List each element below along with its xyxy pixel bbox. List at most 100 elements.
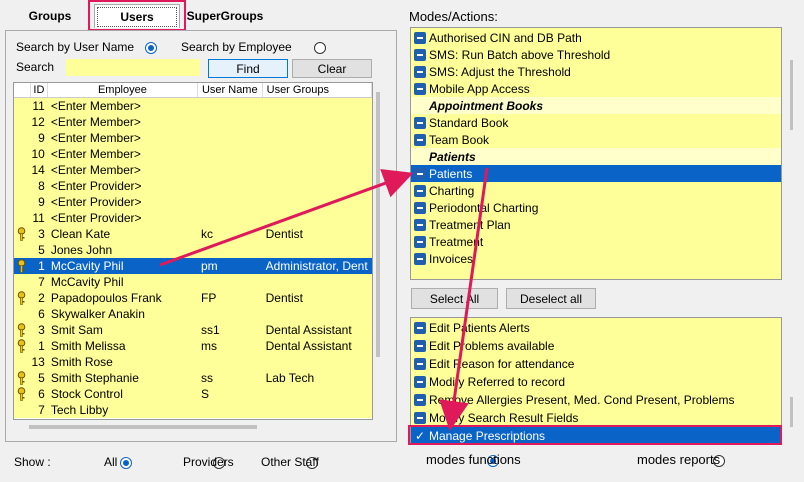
- minus-icon[interactable]: [414, 235, 426, 248]
- table-row[interactable]: 2 Papadopoulos Frank FP Dentist: [14, 290, 372, 306]
- function-list-item[interactable]: Remove Allergies Present, Med. Cond Pres…: [411, 391, 781, 409]
- minus-icon[interactable]: [414, 133, 426, 146]
- cell-user-name: [198, 178, 263, 194]
- modes-list-item[interactable]: Invoices: [411, 250, 781, 267]
- col-user-groups[interactable]: User Groups: [263, 83, 372, 97]
- cell-user-name: [198, 146, 263, 162]
- select-all-button[interactable]: Select All: [411, 288, 498, 309]
- functions-vscrollbar[interactable]: [783, 317, 800, 445]
- minus-icon[interactable]: [414, 48, 426, 61]
- table-row[interactable]: 11 <Enter Member>: [14, 98, 372, 114]
- tab-groups[interactable]: Groups: [8, 4, 92, 28]
- minus-icon[interactable]: [414, 218, 426, 231]
- cell-user-name: [198, 162, 263, 178]
- col-id[interactable]: ID: [31, 83, 48, 97]
- function-list-item[interactable]: Edit Problems available: [411, 337, 781, 355]
- cell-id: 1: [38, 259, 45, 273]
- functions-vscroll-thumb[interactable]: [790, 397, 793, 427]
- modes-list-item[interactable]: Patients: [411, 165, 781, 182]
- minus-icon[interactable]: [414, 358, 426, 370]
- modes-vscroll-thumb[interactable]: [790, 60, 793, 130]
- table-body: 11 <Enter Member> 12 <Enter Member> 9 <Enter …: [14, 98, 372, 418]
- modes-list-item[interactable]: Charting: [411, 182, 781, 199]
- modes-list-item[interactable]: Mobile App Access: [411, 80, 781, 97]
- cell-user-groups: [263, 194, 372, 210]
- table-row[interactable]: 12 <Enter Member>: [14, 114, 372, 130]
- cell-user-groups: Administrator, Dent: [265, 259, 368, 273]
- cell-user-name: [198, 98, 263, 114]
- table-row[interactable]: 9 <Enter Provider>: [14, 194, 372, 210]
- table-row[interactable]: 8 <Enter Provider>: [14, 178, 372, 194]
- minus-icon[interactable]: [414, 394, 426, 406]
- table-row[interactable]: 9 <Enter Member>: [14, 130, 372, 146]
- table-row[interactable]: 3 Smit Sam ss1 Dental Assistant: [14, 322, 372, 338]
- table-row[interactable]: 6 Skywalker Anakin: [14, 306, 372, 322]
- modes-list-item[interactable]: Standard Book: [411, 114, 781, 131]
- minus-icon[interactable]: [414, 376, 426, 388]
- cell-employee: Stock Control: [50, 387, 123, 401]
- function-list-item[interactable]: Edit Patients Alerts: [411, 319, 781, 337]
- modes-list-item[interactable]: SMS: Run Batch above Threshold: [411, 46, 781, 63]
- modes-list-item[interactable]: SMS: Adjust the Threshold: [411, 63, 781, 80]
- minus-icon[interactable]: [414, 252, 426, 265]
- modes-section-header: Appointment Books: [411, 97, 781, 114]
- key-icon: [17, 291, 26, 305]
- key-icon: [17, 387, 26, 401]
- table-row[interactable]: 13 Smith Rose: [14, 354, 372, 370]
- modes-list-item[interactable]: Authorised CIN and DB Path: [411, 29, 781, 46]
- deselect-all-button[interactable]: Deselect all: [506, 288, 596, 309]
- table-hscrollbar[interactable]: [13, 420, 373, 433]
- table-vscroll-thumb[interactable]: [376, 92, 380, 357]
- modes-list-item[interactable]: Periodontal Charting: [411, 199, 781, 216]
- cell-id: 12: [31, 115, 45, 129]
- table-row[interactable]: 10 <Enter Member>: [14, 146, 372, 162]
- table-vscrollbar[interactable]: [373, 82, 384, 420]
- minus-icon[interactable]: [414, 65, 426, 78]
- minus-icon[interactable]: [414, 184, 426, 197]
- table-row[interactable]: 3 Clean Kate kc Dentist: [14, 226, 372, 242]
- table-row[interactable]: 7 Tech Libby: [14, 402, 372, 418]
- show-all-radio[interactable]: [119, 456, 132, 469]
- cell-user-groups: Dental Assistant: [265, 323, 352, 337]
- function-list-item[interactable]: Modify Referred to record: [411, 373, 781, 391]
- table-row[interactable]: 1 McCavity Phil pm Administrator, Dent: [14, 258, 372, 274]
- manage-prescriptions-highlight: [408, 425, 782, 445]
- minus-icon[interactable]: [414, 116, 426, 129]
- cell-id: 6: [38, 387, 45, 401]
- cell-id: 11: [32, 211, 45, 225]
- cell-id: 2: [38, 291, 45, 305]
- cell-user-name: pm: [200, 259, 218, 273]
- modes-list-item[interactable]: Team Book: [411, 131, 781, 148]
- table-row[interactable]: 6 Stock Control S: [14, 386, 372, 402]
- cell-employee: McCavity Phil: [50, 275, 124, 289]
- cell-user-groups: [263, 146, 372, 162]
- table-row[interactable]: 1 Smith Melissa ms Dental Assistant: [14, 338, 372, 354]
- search-by-user-name-radio[interactable]: [145, 41, 157, 54]
- minus-icon[interactable]: [414, 82, 426, 95]
- modes-vscrollbar[interactable]: [783, 27, 800, 280]
- minus-icon[interactable]: [414, 412, 426, 424]
- minus-icon[interactable]: [414, 322, 426, 334]
- search-input[interactable]: [66, 59, 200, 76]
- table-row[interactable]: 7 McCavity Phil: [14, 274, 372, 290]
- col-user-name[interactable]: User Name: [198, 83, 263, 97]
- function-list-item[interactable]: Edit Reason for attendance: [411, 355, 781, 373]
- modes-list-item[interactable]: Treatment: [411, 233, 781, 250]
- minus-icon[interactable]: [414, 201, 426, 214]
- cell-employee: Papadopoulos Frank: [50, 291, 162, 305]
- table-row[interactable]: 5 Jones John: [14, 242, 372, 258]
- clear-button[interactable]: Clear: [292, 59, 372, 78]
- minus-icon[interactable]: [414, 31, 426, 44]
- table-row[interactable]: 5 Smith Stephanie ss Lab Tech: [14, 370, 372, 386]
- cell-id: 7: [38, 275, 45, 289]
- show-all-label: All: [104, 455, 118, 469]
- modes-list-item[interactable]: Treatment Plan: [411, 216, 781, 233]
- table-hscroll-thumb[interactable]: [29, 425, 257, 429]
- minus-icon[interactable]: [414, 340, 426, 352]
- minus-icon[interactable]: [414, 167, 426, 180]
- table-row[interactable]: 14 <Enter Member>: [14, 162, 372, 178]
- tab-supergroups[interactable]: SuperGroups: [182, 4, 268, 28]
- col-employee[interactable]: Employee: [48, 83, 198, 97]
- find-button[interactable]: Find: [208, 59, 288, 78]
- table-row[interactable]: 11 <Enter Provider>: [14, 210, 372, 226]
